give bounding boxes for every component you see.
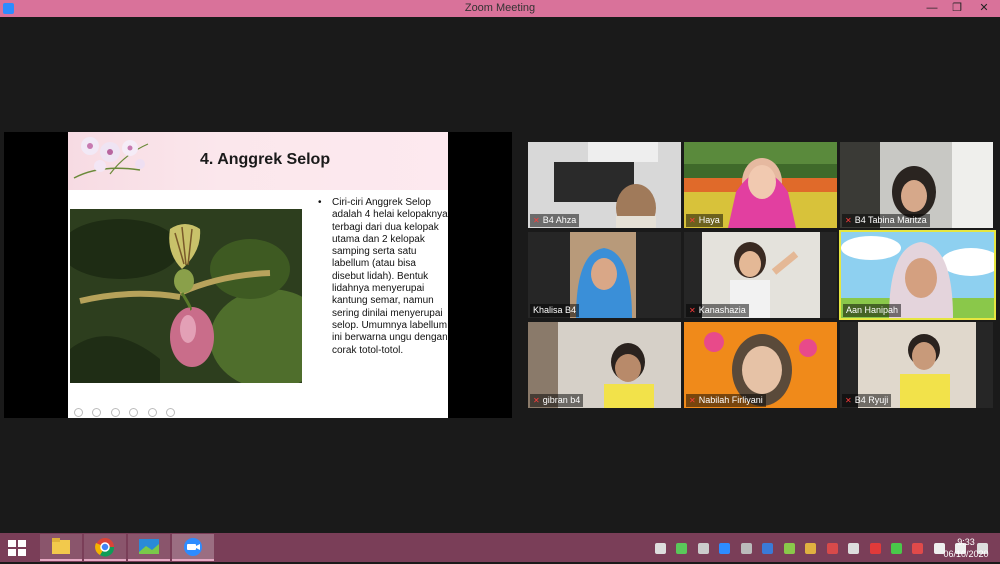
taskbar-clock[interactable]: 9:33 06/10/2020 [938, 536, 994, 560]
slide-header: 4. Anggrek Selop [68, 132, 448, 190]
participant-name: ✕ B4 Tabina Maritza [842, 214, 930, 227]
slide-prev-icon[interactable] [74, 408, 83, 417]
mic-muted-icon: ✕ [689, 396, 696, 405]
bluetooth-icon[interactable] [762, 543, 774, 554]
participant-name: ✕ gibran b4 [530, 394, 584, 407]
participant-name: ✕ B4 Ryuji [842, 394, 892, 407]
acrobat-icon[interactable] [912, 543, 924, 554]
slide-title: 4. Anggrek Selop [200, 151, 331, 168]
participant-tile[interactable]: ✕ Haya [684, 142, 837, 228]
update-tray-icon[interactable] [826, 543, 838, 554]
slide-body-text: • Ciri-ciri Anggrek Selop adalah 4 helai… [318, 197, 448, 357]
taskbar-chrome[interactable] [84, 534, 126, 561]
slide-pen-icon[interactable] [110, 408, 120, 417]
participant-tile[interactable]: ✕ B4 Tabina Maritza [840, 142, 993, 228]
orchid-decoration-icon [73, 137, 149, 179]
participant-tile-active-speaker[interactable]: Aan Hanipah [839, 230, 996, 320]
presentation-slide: 4. Anggrek Selop • Ciri-ciri Anggrek Sel… [68, 132, 448, 418]
photos-icon [139, 539, 159, 554]
participant-name: Aan Hanipah [843, 304, 902, 317]
zoom-tray-icon[interactable] [719, 543, 731, 554]
participant-tile[interactable]: ✕ B4 Ryuji [840, 322, 993, 408]
participant-name: ✕ Nabilah Firliyani [686, 394, 766, 407]
window-titlebar: Zoom Meeting — ❐ ✕ [0, 0, 1000, 17]
folder-icon [52, 538, 70, 554]
taskbar-file-explorer[interactable] [40, 534, 82, 561]
mic-muted-icon: ✕ [533, 216, 540, 225]
clock-time: 9:33 [957, 537, 975, 547]
slide-bullet-text: Ciri-ciri Anggrek Selop adalah 4 helai k… [332, 197, 448, 356]
mic-muted-icon: ✕ [689, 306, 696, 315]
antivirus-icon[interactable] [869, 543, 881, 554]
participant-tile[interactable]: ✕ gibran b4 [528, 322, 681, 408]
mic-muted-icon: ✕ [533, 396, 540, 405]
participant-name: ✕ B4 Ahza [530, 214, 580, 227]
slide-copy-icon[interactable] [129, 408, 139, 417]
slide-toolbar [74, 404, 180, 417]
zoom-icon [184, 538, 202, 556]
taskbar-photos[interactable] [128, 534, 170, 561]
taskbar-zoom[interactable] [172, 534, 214, 561]
shared-screen[interactable]: 4. Anggrek Selop • Ciri-ciri Anggrek Sel… [4, 132, 512, 418]
clock-date: 06/10/2020 [943, 549, 989, 559]
mic-muted-icon: ✕ [845, 396, 852, 405]
participant-name: Khalisa B4 [530, 304, 580, 317]
slide-zoom-icon[interactable] [147, 408, 157, 417]
app-tray-icon[interactable] [676, 543, 688, 554]
mic-muted-icon: ✕ [689, 216, 696, 225]
cloud-icon[interactable] [655, 543, 666, 554]
participant-name: ✕ Haya [686, 214, 723, 227]
tools-tray-icon[interactable] [740, 543, 752, 554]
participant-tile[interactable]: ✕ Kanashazia [684, 232, 837, 318]
close-button[interactable]: ✕ [970, 0, 998, 17]
meeting-stage: 4. Anggrek Selop • Ciri-ciri Anggrek Sel… [0, 17, 1000, 533]
minimize-button[interactable]: — [918, 0, 946, 17]
settings-tray-icon[interactable] [697, 543, 709, 554]
slide-bullet: • [318, 197, 322, 208]
slide-more-icon[interactable] [166, 408, 176, 417]
participant-tile[interactable]: ✕ Nabilah Firliyani [684, 322, 837, 408]
drive-icon[interactable] [890, 543, 902, 554]
slide-next-icon[interactable] [92, 408, 102, 417]
restore-button[interactable]: ❐ [943, 0, 971, 17]
participant-tile[interactable]: Khalisa B4 [528, 232, 681, 318]
volume-icon[interactable] [848, 543, 860, 554]
network-tray-icon[interactable] [805, 543, 817, 554]
windows-taskbar: 9:33 06/10/2020 [0, 533, 1000, 562]
window-title: Zoom Meeting [464, 2, 536, 14]
windows-start-icon[interactable] [8, 540, 26, 556]
chrome-icon [95, 538, 115, 557]
participant-tile[interactable]: ✕ B4 Ahza [528, 142, 681, 228]
slipper-orchid-photo [70, 209, 302, 383]
shield-icon[interactable] [783, 543, 795, 554]
mic-muted-icon: ✕ [845, 216, 852, 225]
participant-name: ✕ Kanashazia [686, 304, 749, 317]
